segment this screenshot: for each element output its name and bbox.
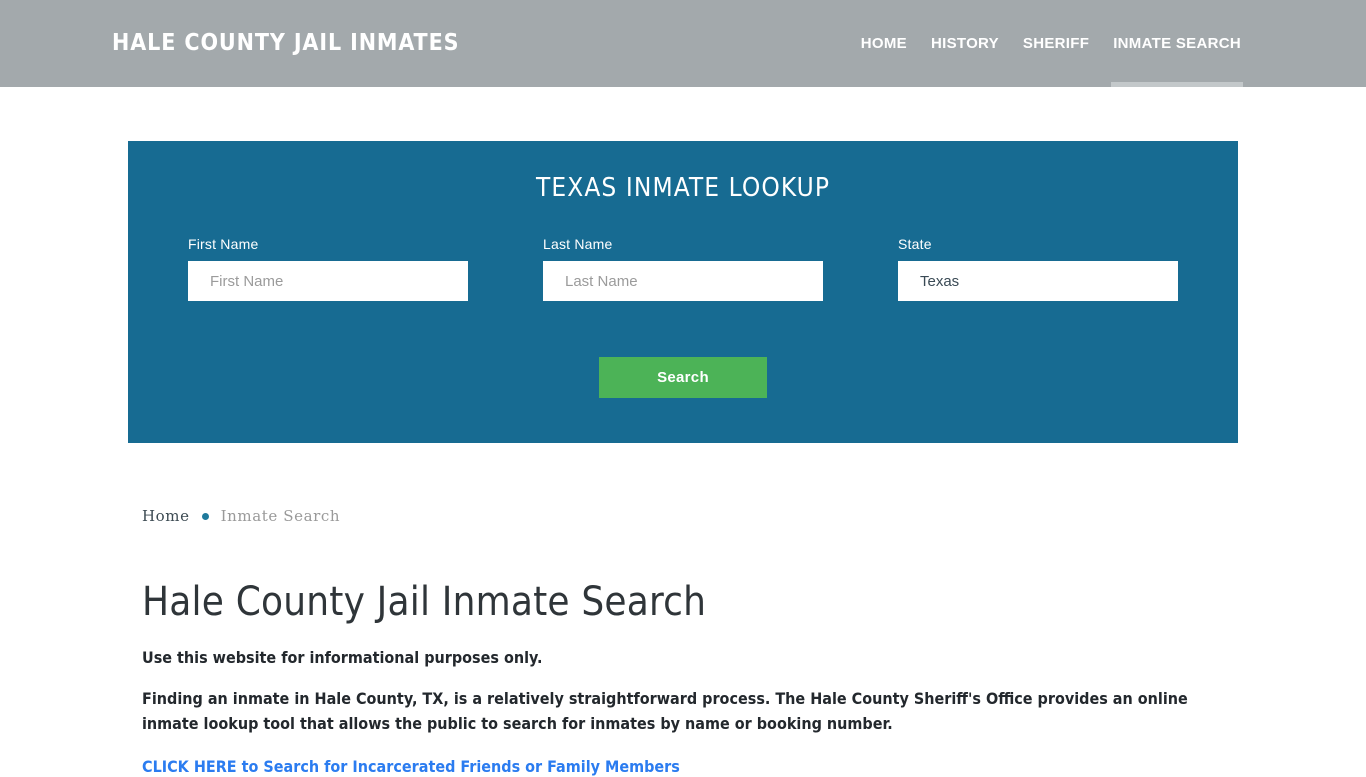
site-title[interactable]: HALE COUNTY JAIL INMATES bbox=[112, 0, 459, 87]
breadcrumb-separator-dot-icon bbox=[201, 512, 209, 520]
inmate-lookup-panel: TEXAS INMATE LOOKUP First Name Last Name… bbox=[128, 141, 1238, 443]
search-button[interactable]: Search bbox=[599, 357, 767, 398]
first-name-field-group: First Name bbox=[188, 236, 468, 301]
nav-item-inmate-search[interactable]: INMATE SEARCH bbox=[1101, 0, 1253, 87]
breadcrumb-current-page: Inmate Search bbox=[220, 507, 341, 525]
page-body-paragraph: Finding an inmate in Hale County, TX, is… bbox=[142, 689, 1188, 733]
main-content: Home Inmate Search Hale County Jail Inma… bbox=[142, 500, 1222, 777]
first-name-input[interactable] bbox=[188, 261, 468, 301]
last-name-input[interactable] bbox=[543, 261, 823, 301]
state-input[interactable] bbox=[898, 261, 1178, 301]
inmate-search-cta-link[interactable]: CLICK HERE to Search for Incarcerated Fr… bbox=[142, 757, 680, 776]
site-header: HALE COUNTY JAIL INMATES HOME HISTORY SH… bbox=[0, 0, 1366, 87]
last-name-field-group: Last Name bbox=[543, 236, 823, 301]
page-lede-text: Use this website for informational purpo… bbox=[142, 648, 543, 667]
breadcrumb-home-link[interactable]: Home bbox=[142, 507, 190, 525]
page-title: Hale County Jail Inmate Search bbox=[142, 579, 707, 625]
nav-item-history[interactable]: HISTORY bbox=[919, 0, 1011, 87]
nav-item-home[interactable]: HOME bbox=[849, 0, 919, 87]
last-name-label: Last Name bbox=[543, 236, 613, 252]
state-field-group: State bbox=[898, 236, 1178, 301]
nav-item-sheriff[interactable]: SHERIFF bbox=[1011, 0, 1101, 87]
first-name-label: First Name bbox=[188, 236, 259, 252]
breadcrumb: Home Inmate Search bbox=[142, 500, 1222, 532]
main-navigation: HOME HISTORY SHERIFF INMATE SEARCH bbox=[849, 0, 1253, 87]
lookup-panel-title: TEXAS INMATE LOOKUP bbox=[535, 173, 831, 203]
state-label: State bbox=[898, 236, 932, 252]
lookup-form-row: First Name Last Name State bbox=[128, 236, 1238, 306]
header-inner: HALE COUNTY JAIL INMATES HOME HISTORY SH… bbox=[0, 0, 1366, 87]
